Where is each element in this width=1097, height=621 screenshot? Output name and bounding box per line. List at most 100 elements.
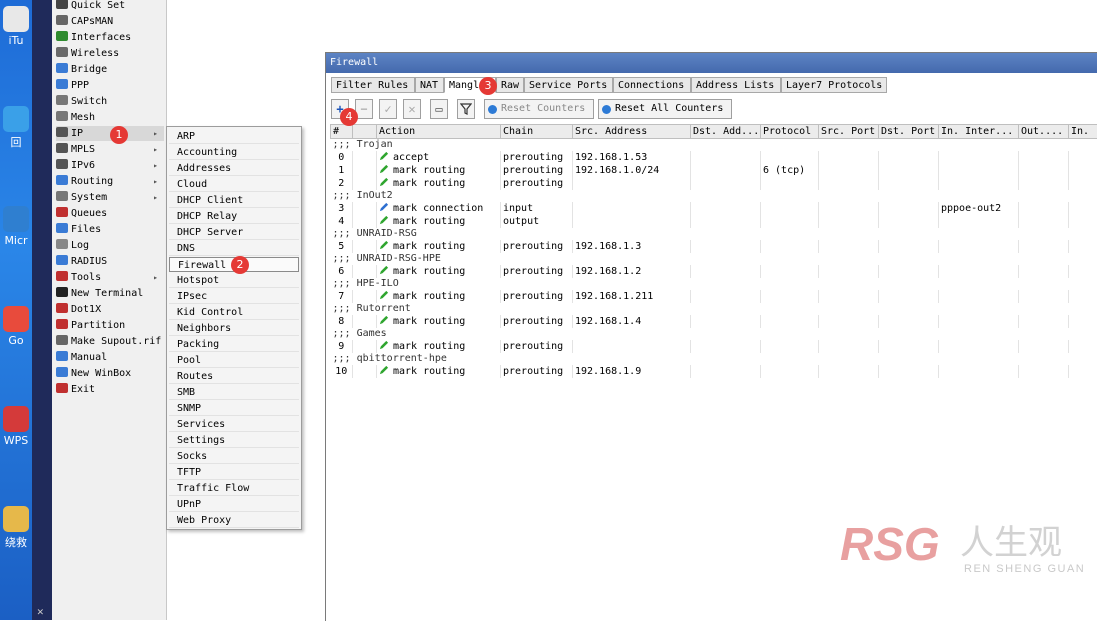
column-header[interactable]: # [331,125,353,139]
menu-item-system[interactable]: System▸ [56,190,164,205]
comment-row[interactable]: ;;; UNRAID-RSG-HPE [331,253,1097,265]
rule-src-port [819,290,879,303]
tab-service-ports[interactable]: Service Ports [524,77,613,93]
rule-row[interactable]: 6mark routingprerouting192.168.1.2 [331,265,1097,278]
tab-connections[interactable]: Connections [613,77,691,93]
comment-button[interactable]: ▭ [430,99,448,119]
submenu-item-web-proxy[interactable]: Web Proxy [169,513,299,528]
submenu-item-dhcp-client[interactable]: DHCP Client [169,193,299,208]
menu-item-new-winbox[interactable]: New WinBox [56,366,164,381]
submenu-item-routes[interactable]: Routes [169,369,299,384]
column-header[interactable]: Action [377,125,501,139]
rule-row[interactable]: 2mark routingprerouting [331,177,1097,190]
submenu-item-arp[interactable]: ARP [169,129,299,144]
menu-item-dot1x[interactable]: Dot1X [56,302,164,317]
rule-row[interactable]: 9mark routingprerouting [331,340,1097,353]
column-header[interactable]: In. [1069,125,1097,139]
menu-item-queues[interactable]: Queues [56,206,164,221]
menu-item-files[interactable]: Files [56,222,164,237]
column-header[interactable]: In. Inter... [939,125,1019,139]
submenu-item-settings[interactable]: Settings [169,433,299,448]
rule-row[interactable]: 4mark routingoutput [331,215,1097,228]
submenu-item-ipsec[interactable]: IPsec [169,289,299,304]
submenu-item-upnp[interactable]: UPnP [169,497,299,512]
rule-row[interactable]: 7mark routingprerouting192.168.1.211 [331,290,1097,303]
column-header[interactable]: Src. Port [819,125,879,139]
submenu-item-socks[interactable]: Socks [169,449,299,464]
menu-item-routing[interactable]: Routing▸ [56,174,164,189]
submenu-item-accounting[interactable]: Accounting [169,145,299,160]
column-header[interactable]: Src. Address [573,125,691,139]
submenu-item-addresses[interactable]: Addresses [169,161,299,176]
column-header[interactable] [353,125,377,139]
rule-row[interactable]: 8mark routingprerouting192.168.1.4 [331,315,1097,328]
submenu-item-services[interactable]: Services [169,417,299,432]
submenu-item-packing[interactable]: Packing [169,337,299,352]
comment-row[interactable]: ;;; InOut2 [331,190,1097,202]
menu-item-ipv6[interactable]: IPv6▸ [56,158,164,173]
menu-item-radius[interactable]: RADIUS [56,254,164,269]
submenu-item-dhcp-relay[interactable]: DHCP Relay [169,209,299,224]
desktop-shortcut[interactable]: 绕救 [0,506,32,550]
comment-row[interactable]: ;;; Games [331,328,1097,340]
tab-nat[interactable]: NAT [415,77,444,93]
rule-row[interactable]: 0acceptprerouting192.168.1.53 [331,151,1097,164]
menu-item-make-supout-rif[interactable]: Make Supout.rif [56,334,164,349]
menu-item-mpls[interactable]: MPLS▸ [56,142,164,157]
menu-item-bridge[interactable]: Bridge [56,62,164,77]
submenu-item-traffic-flow[interactable]: Traffic Flow [169,481,299,496]
submenu-item-cloud[interactable]: Cloud [169,177,299,192]
rule-row[interactable]: 5mark routingprerouting192.168.1.3 [331,240,1097,253]
tab-filter-rules[interactable]: Filter Rules [331,77,415,93]
disable-button[interactable]: ✕ [403,99,421,119]
submenu-item-tftp[interactable]: TFTP [169,465,299,480]
tab-layer7-protocols[interactable]: Layer7 Protocols [781,77,887,93]
menu-item-wireless[interactable]: Wireless [56,46,164,61]
submenu-item-pool[interactable]: Pool [169,353,299,368]
menu-item-exit[interactable]: Exit [56,382,164,397]
desktop-shortcut[interactable]: Micr [0,206,32,247]
comment-row[interactable]: ;;; Rutorrent [331,303,1097,315]
menu-item-interfaces[interactable]: Interfaces [56,30,164,45]
comment-row[interactable]: ;;; qbittorrent-hpe [331,353,1097,365]
close-icon[interactable]: ✕ [37,605,44,618]
column-header[interactable]: Dst. Port [879,125,939,139]
menu-item-capsman[interactable]: CAPsMAN [56,14,164,29]
menu-item-log[interactable]: Log [56,238,164,253]
column-header[interactable]: Dst. Add... [691,125,761,139]
tab-raw[interactable]: Raw [496,77,524,93]
menu-item-partition[interactable]: Partition [56,318,164,333]
comment-row[interactable]: ;;; Trojan [331,139,1097,152]
comment-row[interactable]: ;;; HPE-ILO [331,278,1097,290]
desktop-shortcut[interactable]: 回 [0,106,32,150]
column-header[interactable]: Protocol [761,125,819,139]
submenu-item-snmp[interactable]: SNMP [169,401,299,416]
submenu-item-dhcp-server[interactable]: DHCP Server [169,225,299,240]
column-header[interactable]: Out.... [1019,125,1069,139]
column-header[interactable]: Chain [501,125,573,139]
filter-button[interactable] [457,99,475,119]
menu-item-mesh[interactable]: Mesh [56,110,164,125]
menu-item-tools[interactable]: Tools▸ [56,270,164,285]
desktop-shortcut[interactable]: iTu [0,6,32,47]
menu-item-quick-set[interactable]: Quick Set [56,0,164,13]
reset-all-counters-button[interactable]: Reset All Counters [598,99,732,119]
menu-item-switch[interactable]: Switch [56,94,164,109]
menu-item-new-terminal[interactable]: New Terminal [56,286,164,301]
tab-address-lists[interactable]: Address Lists [691,77,781,93]
submenu-item-smb[interactable]: SMB [169,385,299,400]
rule-row[interactable]: 1mark routingprerouting192.168.1.0/246 (… [331,164,1097,177]
submenu-item-kid-control[interactable]: Kid Control [169,305,299,320]
rule-row[interactable]: 3mark connectioninputpppoe-out2 [331,202,1097,215]
submenu-item-dns[interactable]: DNS [169,241,299,256]
menu-item-manual[interactable]: Manual [56,350,164,365]
desktop-shortcut[interactable]: Go [0,306,32,347]
menu-item-ppp[interactable]: PPP [56,78,164,93]
comment-row[interactable]: ;;; UNRAID-RSG [331,228,1097,240]
enable-button[interactable]: ✓ [379,99,397,119]
desktop-shortcut[interactable]: WPS [0,406,32,447]
submenu-item-hotspot[interactable]: Hotspot [169,273,299,288]
reset-counters-button[interactable]: Reset Counters [484,99,594,119]
rule-row[interactable]: 10mark routingprerouting192.168.1.9 [331,365,1097,378]
submenu-item-neighbors[interactable]: Neighbors [169,321,299,336]
